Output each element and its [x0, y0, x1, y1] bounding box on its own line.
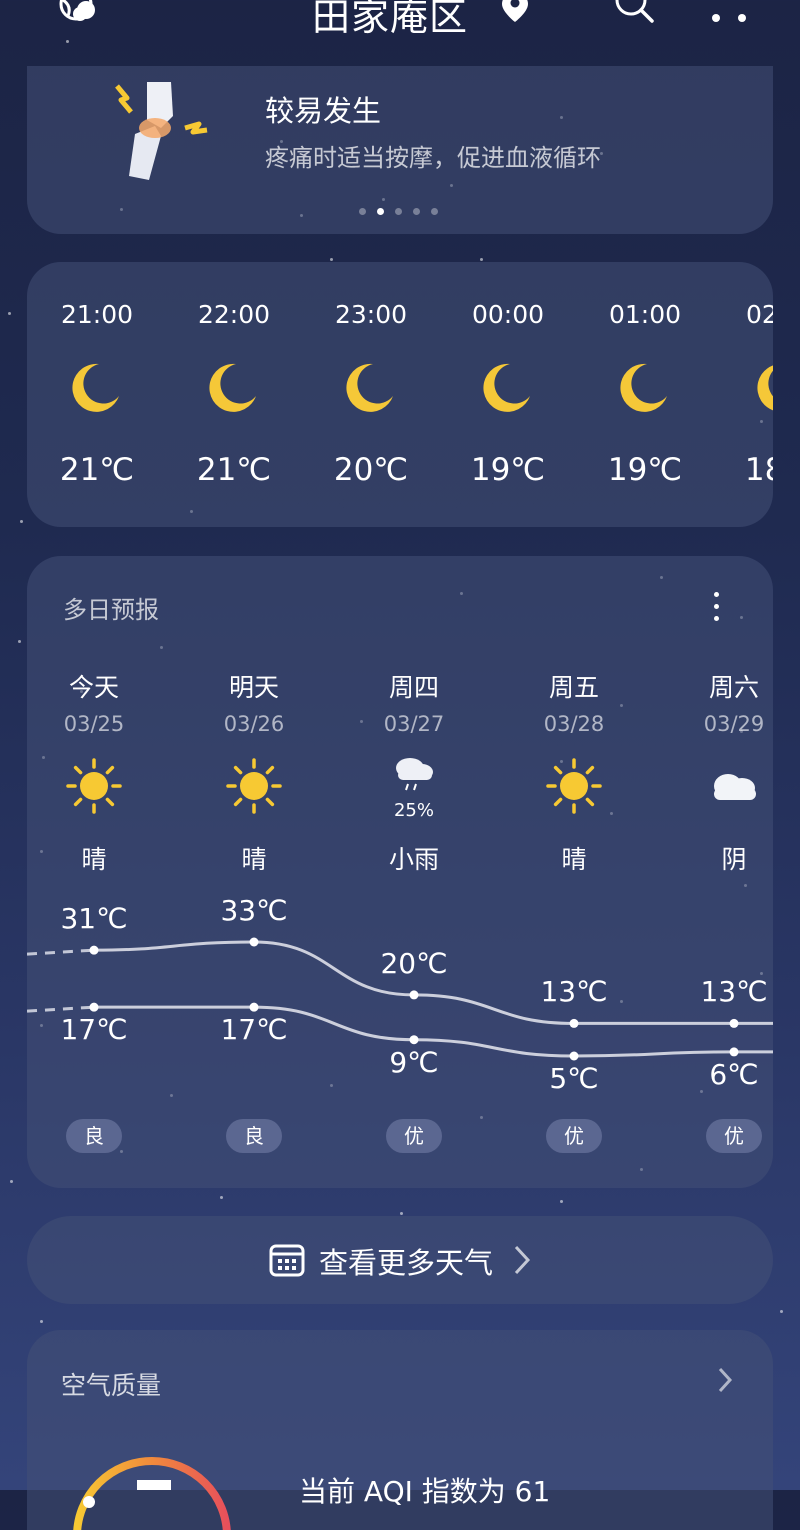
calendar-icon [269, 1244, 305, 1277]
aqi-badge: 优 [386, 1119, 442, 1153]
star-dot [780, 1310, 783, 1313]
low-temp-point [249, 1002, 259, 1012]
hourly-temp: 20℃ [333, 452, 409, 488]
low-temp-history-dash [27, 1005, 95, 1013]
day-date: 03/29 [703, 712, 765, 736]
day-date: 03/28 [543, 712, 605, 736]
joint-pain-icon [115, 82, 208, 180]
moon-icon [209, 363, 256, 412]
hourly-temp: 19℃ [470, 452, 546, 488]
hourly-temp: 21℃ [59, 452, 135, 488]
high-temp-point [729, 1018, 739, 1028]
aqi-gauge [73, 1457, 231, 1530]
day-condition: 晴 [241, 845, 267, 874]
moon-icon [72, 363, 119, 412]
star-dot [8, 312, 11, 315]
chevron-right-icon [514, 1245, 531, 1275]
hourly-time: 23:00 [334, 300, 408, 329]
more-icon[interactable] [708, 10, 752, 22]
more-weather-label: 查看更多天气 [319, 1246, 494, 1280]
day-name: 周四 [388, 673, 439, 702]
day-date: 03/26 [223, 712, 285, 736]
low-temp-label: 6℃ [709, 1057, 759, 1091]
hourly-time: 02:00 [745, 300, 773, 329]
moon-icon [483, 363, 530, 412]
sun-icon [546, 758, 602, 814]
low-temp-point [409, 1035, 419, 1045]
star-dot [66, 40, 69, 43]
globe-weather-icon[interactable] [58, 0, 100, 26]
multi-day-forecast-card: 多日预报 今天 03/25 晴良明天 03/26 晴良周四 03/27 25% 小雨优周五 03… [27, 556, 773, 1188]
health-tip-card[interactable]: 较易发生 疼痛时适当按摩，促进血液循环 [27, 66, 773, 234]
day-condition: 晴 [81, 845, 107, 874]
star-dot [20, 520, 23, 523]
low-temp-point [89, 1002, 99, 1012]
more-weather-button[interactable]: 查看更多天气 [27, 1216, 773, 1304]
star-dot [40, 1320, 43, 1323]
star-dot [400, 1212, 403, 1215]
chevron-right-icon[interactable] [717, 1366, 733, 1394]
high-temp-point [409, 990, 419, 1000]
city-title[interactable]: 田家庵区 [312, 0, 468, 41]
day-condition: 小雨 [388, 845, 439, 874]
day-name: 明天 [228, 673, 279, 702]
hourly-temp: 18℃ [744, 452, 773, 488]
hourly-forecast-card[interactable]: 21:00 21℃ 22:00 21℃ 23:00 20℃ 00:00 19℃ 01:00 19℃… [27, 262, 773, 527]
high-temp-label: 31℃ [60, 902, 128, 936]
high-temp-label: 20℃ [380, 946, 448, 980]
day-name: 今天 [68, 673, 119, 702]
star-dot [330, 258, 333, 261]
day-date: 03/25 [63, 712, 125, 736]
low-temp-label: 17℃ [220, 1013, 288, 1047]
day-date: 03/27 [383, 712, 445, 736]
tip-subtitle: 疼痛时适当按摩，促进血液循环 [265, 144, 601, 172]
star-dot [560, 1200, 563, 1203]
day-condition: 阴 [721, 845, 747, 874]
hourly-time: 01:00 [608, 300, 682, 329]
moon-icon [346, 363, 393, 412]
hourly-time: 00:00 [471, 300, 545, 329]
high-temp-label: 33℃ [220, 894, 288, 927]
cloud-icon [714, 774, 756, 800]
high-temp-point [249, 937, 259, 947]
low-temp-point [729, 1047, 739, 1057]
aqi-badge: 优 [706, 1119, 762, 1153]
search-icon[interactable] [612, 0, 656, 28]
high-temp-label: 13℃ [700, 975, 768, 1009]
aqi-badge: 良 [226, 1119, 282, 1153]
low-temp-label: 9℃ [389, 1045, 439, 1079]
low-temp-label: 5℃ [549, 1062, 599, 1095]
moon-icon [620, 363, 667, 412]
sun-icon [226, 758, 282, 814]
star-dot [480, 258, 483, 261]
location-pin-icon[interactable] [500, 0, 530, 24]
aqi-badge: 良 [66, 1119, 122, 1153]
sun-icon [66, 758, 122, 814]
star-dot [220, 1196, 223, 1199]
top-bar: 田家庵区 [0, 0, 800, 40]
day-name: 周五 [548, 673, 599, 702]
day-name: 周六 [708, 673, 759, 702]
rain-cloud-icon [396, 758, 433, 791]
star-dot [10, 1180, 13, 1183]
moon-icon [757, 365, 773, 411]
day-condition: 晴 [561, 845, 587, 874]
precip-chance: 25% [393, 800, 434, 821]
tip-title: 较易发生 [265, 94, 382, 128]
hourly-time: 22:00 [197, 300, 271, 329]
low-temp-point [569, 1051, 579, 1061]
aqi-text: 当前 AQI 指数为 61 [299, 1475, 551, 1508]
star-dot [18, 640, 21, 643]
high-temp-label: 13℃ [540, 975, 608, 1009]
high-temp-point [569, 1018, 579, 1028]
high-temp-history-dash [27, 948, 95, 956]
air-quality-card[interactable]: 空气质量 当前 AQI 指数为 61 [27, 1330, 773, 1530]
hourly-time: 21:00 [60, 300, 134, 329]
high-temp-point [89, 945, 99, 955]
hourly-temp: 19℃ [607, 452, 683, 488]
hourly-temp: 21℃ [196, 452, 272, 488]
air-quality-title: 空气质量 [61, 1371, 162, 1400]
aqi-badge: 优 [546, 1119, 602, 1153]
low-temp-label: 17℃ [60, 1013, 128, 1047]
